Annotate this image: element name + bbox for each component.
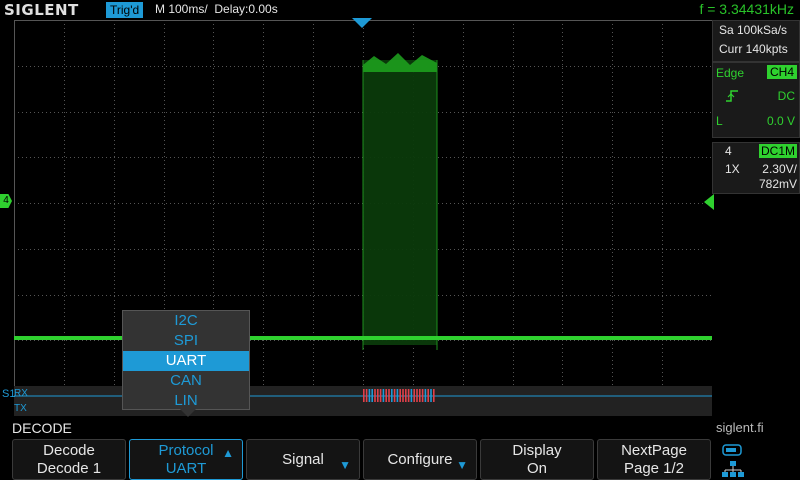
- decode-frame-mark: [377, 389, 379, 402]
- trigger-type: Edge: [716, 66, 745, 80]
- decode-frame-mark: [379, 389, 382, 402]
- decode-frame-mark: [382, 389, 385, 402]
- decode-frame-mark: [433, 389, 435, 402]
- softkey-display[interactable]: Display On: [480, 439, 594, 480]
- protocol-option-can[interactable]: CAN: [123, 371, 249, 391]
- decode-frame-mark: [399, 389, 401, 402]
- protocol-option-i2c[interactable]: I2C: [123, 311, 249, 331]
- softkey-protocol[interactable]: Protocol UART ▲: [129, 439, 243, 480]
- timebase-value: M 100ms/: [155, 2, 208, 16]
- softkey-label: Display: [512, 442, 562, 459]
- softkey-value: Decode 1: [36, 460, 102, 477]
- decode-frame-mark: [427, 389, 429, 402]
- timebase-readout[interactable]: M 100ms/ Delay:0.00s: [155, 2, 278, 16]
- probe-attenuation: 1X: [725, 162, 740, 176]
- decode-frame-mark: [410, 389, 413, 402]
- sample-rate: Sa 100kSa/s: [719, 23, 788, 37]
- softkey-value: On: [526, 460, 547, 477]
- menu-title: DECODE: [12, 420, 72, 436]
- channel4-panel[interactable]: 4 DC1M 1X 2.30V/ 782mV: [712, 142, 800, 194]
- bus-rx-label: RX: [14, 388, 28, 399]
- delay-value: Delay:0.00s: [214, 2, 278, 16]
- trigger-level-marker[interactable]: [704, 194, 714, 210]
- vertical-scale: 2.30V/: [762, 162, 797, 176]
- signal-burst: [363, 60, 437, 345]
- waveform-display[interactable]: [14, 20, 712, 416]
- protocol-option-uart[interactable]: UART: [123, 351, 249, 371]
- softkey-configure[interactable]: Configure ▼: [363, 439, 477, 480]
- protocol-menu[interactable]: I2C SPI UART CAN LIN: [122, 310, 250, 410]
- decode-frame-mark: [405, 389, 407, 402]
- softkey-label: Decode: [43, 442, 95, 459]
- decode-frame-mark: [368, 389, 371, 402]
- brand-logo: SIGLENT: [4, 1, 79, 19]
- decode-frame-mark: [385, 389, 387, 402]
- brand-url: siglent.fi: [716, 420, 764, 435]
- decode-frame-mark: [371, 389, 373, 402]
- memory-depth: Curr 140kpts: [719, 42, 788, 56]
- trigger-level-label: L: [716, 114, 723, 128]
- arrow-down-icon: ▼: [339, 458, 351, 472]
- decode-frame-mark: [413, 389, 415, 402]
- channel-number: 4: [725, 144, 732, 158]
- trigger-status-badge: Trig'd: [106, 2, 144, 18]
- vertical-offset: 782mV: [758, 177, 797, 191]
- decode-frame-mark: [424, 389, 427, 402]
- decode-frame-mark: [416, 389, 418, 402]
- trigger-level-value: 0.0 V: [766, 114, 795, 128]
- acquisition-panel[interactable]: Sa 100kSa/s Curr 140kpts: [712, 20, 800, 62]
- softkey-value: UART: [165, 460, 207, 477]
- usb-icon: [722, 444, 742, 456]
- trigger-panel[interactable]: Edge CH4 DC L 0.0 V: [712, 62, 800, 138]
- decode-frame-mark: [363, 389, 365, 402]
- softkey-nextpage[interactable]: NextPage Page 1/2: [597, 439, 711, 480]
- decode-frame-mark: [407, 389, 410, 402]
- softkey-decode[interactable]: Decode Decode 1: [12, 439, 126, 480]
- arrow-up-icon: ▲: [222, 446, 234, 460]
- bus-tx-label: TX: [14, 403, 27, 414]
- decode-frame-mark: [374, 389, 376, 402]
- decode-frame-mark: [419, 389, 421, 402]
- decode-frame-mark: [396, 389, 399, 402]
- menu-pointer: [180, 409, 196, 417]
- trigger-position-marker[interactable]: [352, 16, 372, 28]
- decode-frame-mark: [430, 389, 432, 402]
- decode-frame-mark: [391, 389, 393, 402]
- decode-frame-mark: [393, 389, 396, 402]
- decode-frame-mark: [421, 389, 424, 402]
- arrow-down-icon: ▼: [456, 458, 468, 472]
- channel4-offset-marker[interactable]: 4: [0, 194, 12, 208]
- softkey-value: Page 1/2: [623, 460, 685, 477]
- decode-frame-mark: [365, 389, 368, 402]
- decode-frame-mark: [402, 389, 404, 402]
- trigger-coupling: DC: [777, 89, 795, 103]
- frequency-readout: f = 3.34431kHz: [699, 1, 794, 17]
- softkey-signal[interactable]: Signal ▼: [246, 439, 360, 480]
- network-icon: [722, 461, 744, 477]
- decode-frame-mark: [388, 389, 390, 402]
- softkey-label: NextPage: [621, 442, 687, 459]
- protocol-option-spi[interactable]: SPI: [123, 331, 249, 351]
- channel-coupling: DC1M: [758, 144, 797, 158]
- rising-edge-icon: [726, 90, 738, 102]
- trigger-source: CH4: [766, 65, 797, 79]
- protocol-option-lin[interactable]: LIN: [123, 391, 249, 411]
